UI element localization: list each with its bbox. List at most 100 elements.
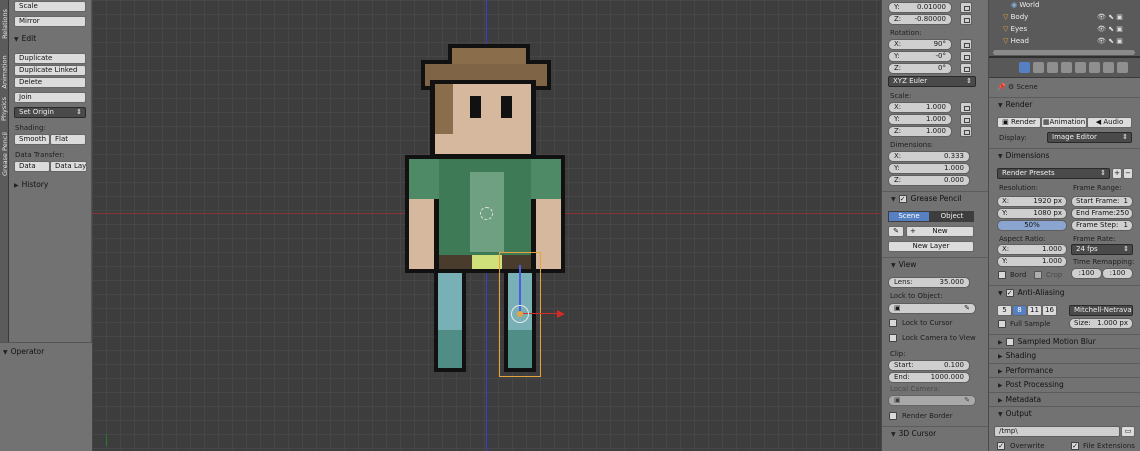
- frame-rate-dropdown[interactable]: 24 fps ⇕: [1071, 244, 1133, 255]
- lens-field[interactable]: Lens: 35.000: [888, 277, 970, 288]
- scene-toggle[interactable]: Scene: [888, 211, 930, 222]
- new-gp-button[interactable]: + New: [906, 226, 974, 237]
- pencil-icon[interactable]: ✎: [888, 226, 904, 237]
- render-layers-tab-icon[interactable]: [1033, 62, 1044, 73]
- render-presets-dropdown[interactable]: Render Presets ⇕: [997, 168, 1110, 179]
- lock-icon[interactable]: [960, 126, 972, 137]
- tab-grease-pencil[interactable]: Grease Pencil: [0, 128, 9, 180]
- lock-object-field[interactable]: ▣ ✎: [888, 303, 976, 314]
- aa-sample-11[interactable]: 11: [1027, 305, 1042, 316]
- object-toggle[interactable]: Object: [930, 211, 974, 222]
- scale-y-field[interactable]: Y: 1.000: [888, 114, 952, 125]
- 3d-viewport[interactable]: [92, 0, 881, 451]
- metadata-panel-header[interactable]: ▶ Metadata: [989, 392, 1140, 406]
- new-layer-button[interactable]: New Layer: [888, 241, 974, 252]
- output-path-field[interactable]: /tmp\: [994, 426, 1120, 437]
- data-button[interactable]: Data: [14, 161, 50, 172]
- data-layout-button[interactable]: Data Layo: [50, 161, 87, 172]
- shading-panel-header[interactable]: ▶ Shading: [989, 348, 1140, 362]
- 3d-cursor-icon[interactable]: [480, 207, 493, 220]
- duplicate-button[interactable]: Duplicate: [14, 53, 86, 64]
- lock-icon[interactable]: [960, 2, 972, 13]
- scale-button[interactable]: Scale: [14, 1, 86, 12]
- location-z-field[interactable]: Z: -0.80000: [888, 14, 952, 25]
- audio-button[interactable]: ◀ Audio: [1087, 117, 1132, 128]
- border-checkbox[interactable]: [998, 271, 1006, 279]
- aspect-x-field[interactable]: X: 1.000: [997, 244, 1067, 255]
- 3d-cursor-header[interactable]: ▼ 3D Cursor: [882, 426, 988, 440]
- outliner-item-body[interactable]: ▽ Body: [1003, 13, 1028, 21]
- outliner-item-head[interactable]: ▽ Head: [1003, 37, 1029, 45]
- post-processing-panel-header[interactable]: ▶ Post Processing: [989, 377, 1140, 391]
- render-border-checkbox[interactable]: [889, 412, 897, 420]
- rotation-y-field[interactable]: Y: -0°: [888, 51, 952, 62]
- duplicate-linked-button[interactable]: Duplicate Linked: [14, 65, 86, 76]
- tab-relations[interactable]: Relations: [0, 0, 8, 48]
- motion-blur-header[interactable]: ▶ Sampled Motion Blur: [989, 334, 1140, 348]
- remove-preset-button[interactable]: −: [1123, 168, 1133, 179]
- clip-start-field[interactable]: Start: 0.100: [888, 360, 970, 371]
- dimension-y-field[interactable]: Y: 1.000: [888, 163, 970, 174]
- eyedropper-icon[interactable]: ✎: [964, 304, 970, 313]
- overwrite-checkbox[interactable]: ✓: [997, 442, 1005, 450]
- lock-icon[interactable]: [960, 102, 972, 113]
- flat-button[interactable]: Flat: [50, 134, 86, 145]
- grease-pencil-header[interactable]: ▼ ✓ Grease Pencil: [882, 191, 988, 205]
- dimension-z-field[interactable]: Z: 0.000: [888, 175, 970, 186]
- end-frame-field[interactable]: End Frame: 250: [1071, 208, 1133, 219]
- start-frame-field[interactable]: Start Frame: 1: [1071, 196, 1133, 207]
- resolution-x-field[interactable]: X: 1920 px: [997, 196, 1067, 207]
- outliner-scrollbar[interactable]: [993, 50, 1135, 55]
- remap-old-field[interactable]: :100: [1071, 268, 1102, 279]
- lock-to-cursor-checkbox[interactable]: [889, 319, 897, 327]
- scale-x-field[interactable]: X: 1.000: [888, 102, 952, 113]
- delete-button[interactable]: Delete: [14, 77, 86, 88]
- aa-sample-16[interactable]: 16: [1042, 305, 1057, 316]
- output-panel-header[interactable]: ▼ Output: [989, 406, 1140, 420]
- rotation-z-field[interactable]: Z: 0°: [888, 63, 952, 74]
- join-button[interactable]: Join: [14, 92, 86, 103]
- render-tab-icon[interactable]: [1019, 62, 1030, 73]
- dimensions-panel-header[interactable]: ▼ Dimensions: [989, 148, 1140, 162]
- aa-sample-8[interactable]: 8: [1012, 305, 1027, 316]
- tab-physics[interactable]: Physics: [0, 94, 8, 124]
- view-panel-header[interactable]: ▼ View: [882, 257, 988, 271]
- aa-filter-dropdown[interactable]: Mitchell-Netravali: [1069, 305, 1133, 316]
- lock-icon[interactable]: [960, 51, 972, 62]
- anti-aliasing-header[interactable]: ▼ ✓ Anti-Aliasing: [989, 285, 1140, 299]
- grease-pencil-checkbox[interactable]: ✓: [898, 195, 907, 203]
- animation-button[interactable]: ▦Animation: [1041, 117, 1087, 128]
- lock-icon[interactable]: [960, 39, 972, 50]
- tab-animation[interactable]: Animation: [0, 52, 8, 92]
- lock-icon[interactable]: [960, 114, 972, 125]
- pin-icon[interactable]: 📌: [997, 83, 1008, 91]
- add-preset-button[interactable]: +: [1112, 168, 1122, 179]
- full-sample-checkbox[interactable]: [998, 320, 1006, 328]
- anti-aliasing-checkbox[interactable]: ✓: [1005, 289, 1014, 297]
- modifiers-tab-icon[interactable]: [1103, 62, 1114, 73]
- scene-tab-icon[interactable]: [1047, 62, 1058, 73]
- rotation-x-field[interactable]: X: 90°: [888, 39, 952, 50]
- rotation-mode-dropdown[interactable]: XYZ Euler ⇕: [888, 76, 976, 87]
- clip-end-field[interactable]: End: 1000.000: [888, 372, 970, 383]
- frame-step-field[interactable]: Frame Step: 1: [1071, 220, 1133, 231]
- folder-icon[interactable]: ▭: [1121, 426, 1135, 437]
- lock-icon[interactable]: [960, 63, 972, 74]
- motion-blur-checkbox[interactable]: [1005, 338, 1014, 346]
- resolution-percentage-slider[interactable]: 50%: [997, 220, 1067, 231]
- file-extensions-checkbox[interactable]: ✓: [1071, 442, 1079, 450]
- location-y-field[interactable]: Y: 0.01000: [888, 2, 952, 13]
- dimension-x-field[interactable]: X: 0.333: [888, 151, 970, 162]
- history-panel-header[interactable]: ▶ History: [14, 180, 48, 189]
- lock-icon[interactable]: [960, 14, 972, 25]
- edit-panel-header[interactable]: ▼ Edit: [14, 34, 36, 43]
- render-panel-header[interactable]: ▼ Render: [989, 97, 1140, 111]
- visibility-icons[interactable]: 👁 ⬉ ▣: [1097, 13, 1123, 21]
- visibility-icons[interactable]: 👁 ⬉ ▣: [1097, 37, 1123, 45]
- operator-panel-header[interactable]: ▼ Operator: [3, 347, 44, 356]
- outliner-item-eyes[interactable]: ▽ Eyes: [1003, 25, 1027, 33]
- set-origin-dropdown[interactable]: Set Origin ⇕: [14, 107, 86, 118]
- visibility-icons[interactable]: 👁 ⬉ ▣: [1097, 25, 1123, 33]
- scale-z-field[interactable]: Z: 1.000: [888, 126, 952, 137]
- filter-size-field[interactable]: Size: 1.000 px: [1069, 318, 1133, 329]
